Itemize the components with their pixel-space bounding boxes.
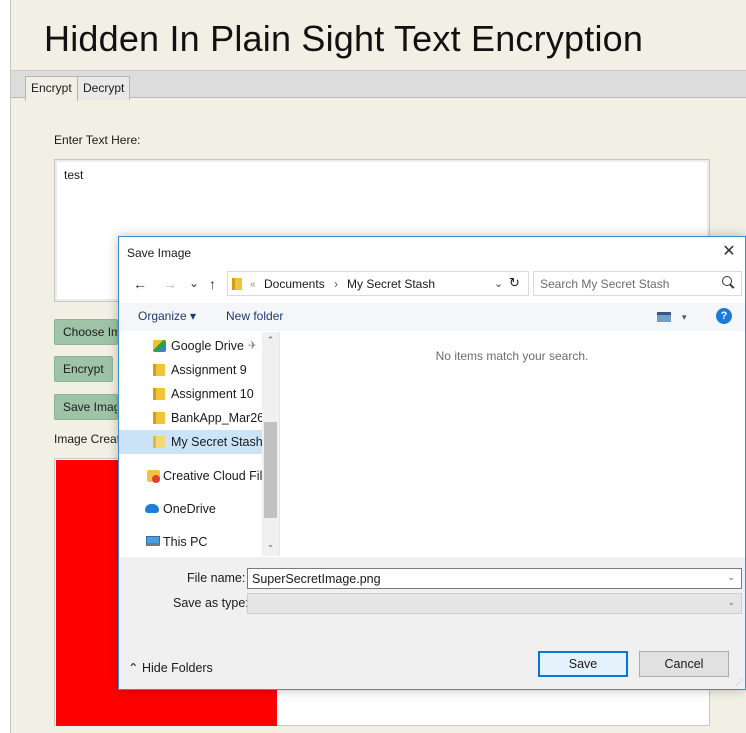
view-options-icon[interactable]: [657, 312, 671, 322]
search-input[interactable]: Search My Secret Stash: [533, 271, 742, 296]
creative-cloud-icon: [147, 470, 160, 483]
resize-grip-icon[interactable]: ⋰: [735, 678, 743, 687]
save-image-button[interactable]: Save Imag: [54, 394, 118, 420]
sidebar-item-this-pc[interactable]: This PC: [119, 530, 262, 554]
scroll-up-icon[interactable]: ⌃: [262, 335, 279, 349]
sidebar-item-google-drive[interactable]: Google Drive ✈: [119, 334, 262, 358]
sidebar-item-label: OneDrive: [163, 502, 216, 516]
file-name-label: File name:: [187, 571, 246, 585]
back-arrow-icon[interactable]: ←: [133, 276, 147, 292]
chevron-down-icon[interactable]: ⌄: [727, 597, 735, 608]
file-name-input[interactable]: SuperSecretImage.png ⌄: [247, 568, 742, 589]
breadcrumb-current[interactable]: My Secret Stash: [347, 277, 435, 291]
encrypt-button[interactable]: Encrypt: [54, 356, 113, 382]
folder-icon: [153, 412, 165, 424]
sidebar-item-label: This PC: [163, 535, 208, 549]
folder-icon: [232, 278, 242, 290]
save-button[interactable]: Save: [538, 651, 628, 677]
navigation-scrollbar[interactable]: ⌃ ⌄: [262, 332, 279, 556]
forward-arrow-icon[interactable]: →: [163, 276, 177, 292]
help-icon[interactable]: ?: [716, 308, 732, 324]
pin-icon: ✈: [248, 340, 258, 352]
file-options-panel: File name: SuperSecretImage.png ⌄ Save a…: [119, 557, 745, 689]
choose-image-button[interactable]: Choose Im: [54, 319, 118, 345]
address-row: ← → ⌄ ↑ « Documents › My Secret Stash ⌄ …: [119, 270, 745, 298]
tab-encrypt[interactable]: Encrypt: [25, 76, 78, 101]
chevron-down-icon[interactable]: ⌄: [727, 572, 735, 583]
pane-divider[interactable]: [279, 332, 280, 556]
hide-folders-button[interactable]: ⌃ Hide Folders: [128, 660, 213, 675]
sidebar-item-label: Creative Cloud File: [163, 469, 262, 483]
sidebar-item-creative-cloud[interactable]: Creative Cloud File: [119, 464, 262, 488]
dialog-title: Save Image: [127, 246, 192, 260]
enter-text-label: Enter Text Here:: [54, 133, 141, 147]
sidebar-item-label: Assignment 10: [171, 387, 254, 401]
breadcrumb-documents[interactable]: Documents: [264, 277, 325, 291]
breadcrumb-separator: ›: [334, 277, 338, 291]
address-bar[interactable]: « Documents › My Secret Stash ⌄ ↻: [227, 271, 529, 296]
onedrive-icon: [145, 504, 159, 513]
scroll-down-icon[interactable]: ⌄: [262, 539, 279, 553]
google-drive-icon: [153, 340, 166, 352]
folder-icon: [153, 388, 165, 400]
navigation-pane: Google Drive ✈ Assignment 9 Assignment 1…: [119, 332, 281, 556]
search-placeholder: Search My Secret Stash: [540, 277, 670, 291]
sidebar-item-label: Assignment 9: [171, 363, 247, 377]
address-dropdown-icon[interactable]: ⌄: [494, 277, 503, 290]
new-folder-button[interactable]: New folder: [226, 309, 283, 323]
up-arrow-icon[interactable]: ↑: [209, 276, 216, 292]
refresh-icon[interactable]: ↻: [509, 275, 520, 291]
folder-icon: [153, 364, 165, 376]
sidebar-item-assignment-10[interactable]: Assignment 10: [119, 382, 262, 406]
pc-icon: [146, 536, 160, 546]
sidebar-item-label: Google Drive: [171, 339, 244, 353]
sidebar-item-assignment-9[interactable]: Assignment 9: [119, 358, 262, 382]
sidebar-item-my-secret-stash[interactable]: My Secret Stash: [119, 430, 263, 454]
image-created-label: Image Creat: [54, 432, 121, 446]
tab-bar: Encrypt Decrypt: [11, 70, 746, 101]
save-as-type-select[interactable]: ⌄: [247, 593, 742, 614]
sidebar-item-onedrive[interactable]: OneDrive: [119, 497, 262, 521]
save-as-type-label: Save as type:: [173, 596, 249, 610]
save-image-dialog: Save Image ✕ ← → ⌄ ↑ « Documents › My Se…: [118, 236, 746, 690]
sidebar-item-label: My Secret Stash: [171, 435, 263, 449]
cancel-button[interactable]: Cancel: [639, 651, 729, 677]
view-caret-icon[interactable]: ▾: [682, 312, 687, 323]
search-icon[interactable]: [722, 276, 734, 288]
sidebar-item-label: BankApp_Mar26_: [171, 411, 262, 425]
command-bar: Organize ▾ New folder ▾ ?: [119, 303, 745, 331]
close-icon[interactable]: ✕: [718, 241, 740, 263]
scroll-thumb[interactable]: [264, 422, 277, 518]
app-title: Hidden In Plain Sight Text Encryption: [44, 18, 644, 59]
organize-menu[interactable]: Organize ▾: [138, 309, 196, 323]
tab-decrypt[interactable]: Decrypt: [77, 76, 131, 100]
recent-locations-icon[interactable]: ⌄: [189, 276, 199, 290]
empty-results-message: No items match your search.: [435, 349, 589, 363]
file-name-value: SuperSecretImage.png: [252, 572, 381, 586]
breadcrumb-overflow[interactable]: «: [250, 279, 256, 290]
sidebar-item-bankapp[interactable]: BankApp_Mar26_: [119, 406, 262, 430]
folder-icon: [153, 436, 165, 448]
